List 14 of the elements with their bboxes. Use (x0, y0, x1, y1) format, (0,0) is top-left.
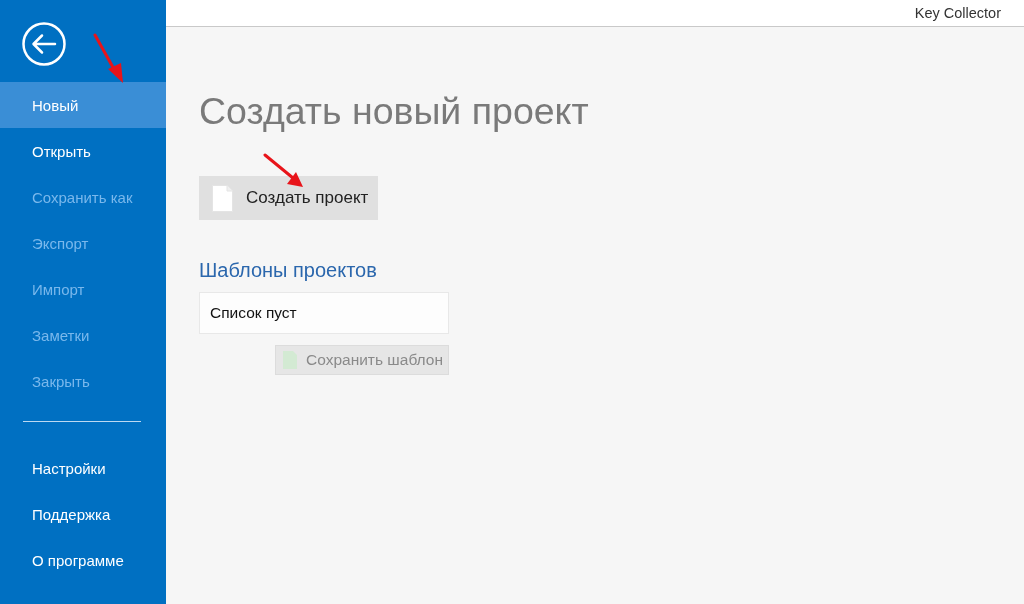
sidebar-item[interactable]: Новый (0, 82, 166, 128)
sidebar-item[interactable]: Открыть (0, 128, 166, 174)
section-title: Шаблоны проектов (199, 258, 377, 283)
page-heading: Создать новый проект (199, 90, 589, 132)
pointer-arrow-icon (93, 33, 125, 85)
empty-list-text: Список пуст (210, 304, 297, 322)
document-icon (212, 184, 233, 212)
sidebar-item[interactable]: Настройки (0, 445, 166, 491)
sidebar-item[interactable]: О программе (0, 537, 166, 583)
back-button[interactable] (22, 22, 66, 66)
window-title: Key Collector (914, 5, 1001, 21)
pointer-arrow-icon (263, 153, 305, 189)
sidebar-item[interactable]: Поддержка (0, 491, 166, 537)
create-project-button[interactable]: Создать проект (199, 176, 378, 220)
